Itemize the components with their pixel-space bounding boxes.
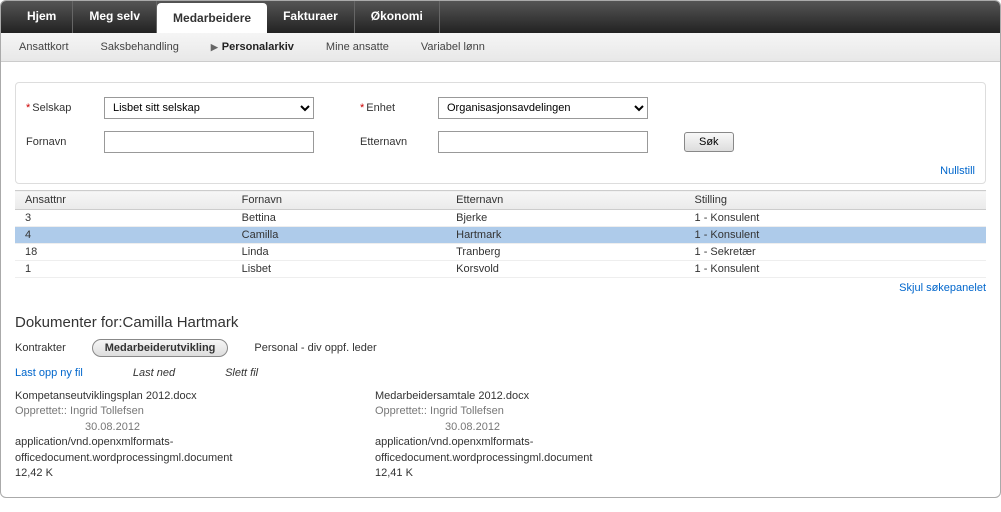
documents-title: Dokumenter for:Camilla Hartmark — [15, 314, 986, 331]
doc-created-date: 30.08.2012 — [15, 420, 315, 435]
label-etternavn: Etternavn — [360, 136, 430, 148]
doc-tab-medarbeiderutvikling[interactable]: Medarbeiderutvikling — [92, 339, 229, 357]
upload-file-link[interactable]: Last opp ny fil — [15, 367, 83, 379]
doc-tab-kontrakter[interactable]: Kontrakter — [15, 342, 66, 354]
document-tabs: Kontrakter Medarbeiderutvikling Personal -… — [15, 339, 986, 357]
subnav-saksbehandling[interactable]: Saksbehandling — [97, 39, 183, 55]
search-button[interactable]: Søk — [684, 132, 734, 152]
documents-section: Dokumenter for:Camilla Hartmark Kontrakt… — [1, 304, 1000, 497]
doc-created-date: 30.08.2012 — [375, 420, 675, 435]
col-fornavn[interactable]: Fornavn — [232, 191, 446, 210]
sub-nav: Ansattkort Saksbehandling Personalarkiv Min… — [1, 33, 1000, 62]
subnav-ansattkort[interactable]: Ansattkort — [15, 39, 73, 55]
main-tab-økonomi[interactable]: Økonomi — [355, 1, 440, 33]
document-item[interactable]: Medarbeidersamtale 2012.docxOpprettet:: … — [375, 389, 675, 481]
table-row[interactable]: 4CamillaHartmark1 - Konsulent — [15, 227, 986, 244]
col-stilling[interactable]: Stilling — [685, 191, 986, 210]
input-fornavn[interactable] — [104, 131, 314, 153]
main-tab-medarbeidere[interactable]: Medarbeidere — [157, 3, 267, 33]
col-etternavn[interactable]: Etternavn — [446, 191, 684, 210]
select-selskap[interactable]: Lisbet sitt selskap — [104, 97, 314, 119]
doc-mime: application/vnd.openxmlformats-officedoc… — [375, 435, 675, 466]
doc-filename: Kompetanseutviklingsplan 2012.docx — [15, 389, 315, 404]
document-list: Kompetanseutviklingsplan 2012.docxOppret… — [15, 389, 986, 481]
main-tab-meg-selv[interactable]: Meg selv — [73, 1, 157, 33]
select-enhet[interactable]: Organisasjonsavdelingen — [438, 97, 648, 119]
input-etternavn[interactable] — [438, 131, 648, 153]
search-panel: *Selskap Lisbet sitt selskap *Enhet Orga… — [15, 82, 986, 184]
label-fornavn: Fornavn — [26, 136, 96, 148]
table-row[interactable]: 1LisbetKorsvold1 - Konsulent — [15, 261, 986, 278]
label-enhet: *Enhet — [360, 102, 430, 114]
main-tab-hjem[interactable]: Hjem — [11, 1, 73, 33]
download-file-link[interactable]: Last ned — [133, 367, 175, 379]
table-row[interactable]: 18LindaTranberg1 - Sekretær — [15, 244, 986, 261]
subnav-variabel-lønn[interactable]: Variabel lønn — [417, 39, 489, 55]
main-nav: HjemMeg selvMedarbeidereFakturaerØkonomi — [1, 1, 1000, 33]
doc-size: 12,41 K — [375, 466, 675, 481]
results-table: AnsattnrFornavnEtternavnStilling 3Bettin… — [15, 190, 986, 278]
document-item[interactable]: Kompetanseutviklingsplan 2012.docxOppret… — [15, 389, 315, 481]
table-row[interactable]: 3BettinaBjerke1 - Konsulent — [15, 210, 986, 227]
col-ansattnr[interactable]: Ansattnr — [15, 191, 232, 210]
subnav-mine-ansatte[interactable]: Mine ansatte — [322, 39, 393, 55]
reset-link[interactable]: Nullstill — [940, 165, 975, 177]
doc-size: 12,42 K — [15, 466, 315, 481]
doc-created: Opprettet:: Ingrid Tollefsen — [15, 404, 315, 419]
main-tab-fakturaer[interactable]: Fakturaer — [267, 1, 355, 33]
doc-created: Opprettet:: Ingrid Tollefsen — [375, 404, 675, 419]
file-actions: Last opp ny fil Last ned Slett fil — [15, 367, 986, 379]
doc-filename: Medarbeidersamtale 2012.docx — [375, 389, 675, 404]
delete-file-link[interactable]: Slett fil — [225, 367, 258, 379]
label-selskap: *Selskap — [26, 102, 96, 114]
hide-search-panel-link[interactable]: Skjul søkepanelet — [899, 282, 986, 294]
subnav-personalarkiv[interactable]: Personalarkiv — [207, 39, 298, 55]
doc-mime: application/vnd.openxmlformats-officedoc… — [15, 435, 315, 466]
doc-tab-personal-div-oppf-leder[interactable]: Personal - div oppf. leder — [254, 342, 376, 354]
